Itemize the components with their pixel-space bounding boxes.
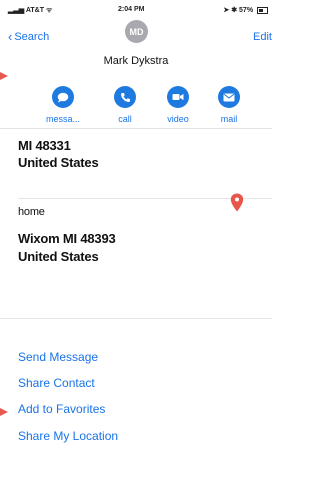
envelope-icon: [218, 86, 240, 108]
avatar: MD: [125, 20, 148, 43]
wifi-icon: ᯤ: [44, 7, 53, 14]
video-button[interactable]: video: [156, 86, 200, 124]
contact-name: Mark Dykstra: [103, 55, 169, 67]
battery-icon: [257, 6, 268, 14]
battery-percent: 57%: [239, 7, 254, 14]
call-label: call: [118, 114, 132, 124]
address-2-label: home: [18, 206, 45, 218]
address-2-line2[interactable]: United States: [18, 249, 99, 264]
send-message-link[interactable]: Send Message: [18, 350, 98, 364]
message-button[interactable]: messa...: [41, 86, 85, 124]
annotation-arrow-icon: [0, 72, 8, 80]
address-1-line2[interactable]: United States: [18, 155, 99, 170]
share-my-location-link[interactable]: Share My Location: [18, 429, 118, 443]
address-2-line1[interactable]: Wixom MI 48393: [18, 231, 116, 246]
video-camera-icon: [167, 86, 189, 108]
call-button[interactable]: call: [103, 86, 147, 124]
header-divider: [0, 128, 272, 129]
share-contact-link[interactable]: Share Contact: [18, 376, 95, 390]
mail-label: mail: [220, 114, 238, 124]
message-bubble-icon: [52, 86, 74, 108]
video-label: video: [167, 114, 189, 124]
mail-button[interactable]: mail: [207, 86, 251, 124]
status-right: ➤ ✱ 57%: [223, 6, 268, 14]
chevron-left-icon: ‹: [8, 29, 13, 44]
signal-bars-icon: ▂▃▅: [8, 7, 26, 14]
add-to-favorites-link[interactable]: Add to Favorites: [18, 402, 105, 416]
annotation-arrow-icon: [0, 408, 8, 416]
address-1-line1[interactable]: MI 48331: [18, 138, 71, 153]
location-arrow-icon: ➤: [223, 7, 230, 14]
status-time: 2:04 PM: [118, 6, 145, 13]
edit-button[interactable]: Edit: [253, 31, 272, 43]
message-label: messa...: [45, 114, 80, 124]
map-pin-icon[interactable]: [230, 193, 244, 212]
links-divider: [0, 318, 272, 319]
back-label: Search: [14, 30, 50, 43]
phone-icon: [114, 86, 136, 108]
carrier-label: ▂▃▅ AT&T ᯤ: [8, 7, 53, 14]
back-button[interactable]: ‹ Search: [8, 30, 49, 43]
bluetooth-icon: ✱: [231, 7, 238, 14]
action-buttons: messa... call video mail: [0, 86, 272, 126]
status-bar: ▂▃▅ AT&T ᯤ 2:04 PM ➤ ✱ 57%: [0, 0, 272, 20]
